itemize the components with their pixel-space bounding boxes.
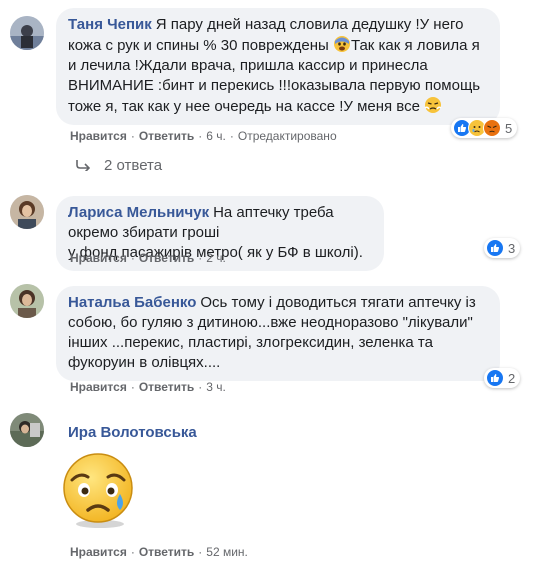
- like-link[interactable]: Нравится: [70, 380, 127, 394]
- comment-actions: Нравится · Ответить · 2 ч.: [70, 251, 226, 265]
- like-icon: [486, 369, 504, 387]
- fearful-face-icon: [333, 35, 351, 53]
- comment-text-line: тоже я, так как у нее очередь на кассе !…: [68, 98, 425, 115]
- timestamp[interactable]: 2 ч.: [206, 251, 226, 265]
- reply-link[interactable]: Ответить: [139, 545, 194, 559]
- triumph-face-icon: [424, 96, 442, 114]
- comment-text-line: ВНИМАНИЕ :бинт и перекись !!!оказывала п…: [68, 77, 481, 94]
- comment-actions: Нравится · Ответить · 6 ч. · Отредактировано: [70, 129, 337, 143]
- crying-face-sticker: [60, 450, 140, 530]
- reaction-count: 2: [508, 370, 516, 386]
- separator-dot: ·: [198, 251, 203, 265]
- reply-link[interactable]: Ответить: [139, 129, 194, 143]
- comment-actions: Нравится · Ответить · 52 мин.: [70, 545, 248, 559]
- separator-dot: ·: [130, 545, 135, 559]
- reactions-summary[interactable]: 3: [484, 238, 521, 258]
- comment-author[interactable]: Ира Волотовська: [68, 424, 197, 441]
- avatar[interactable]: [10, 413, 44, 447]
- timestamp[interactable]: 52 мин.: [206, 545, 248, 559]
- separator-dot: ·: [130, 129, 135, 143]
- comment-text-line: и лечила !Ждали врача, пришла кассир и п…: [68, 57, 428, 74]
- edited-label: Отредактировано: [237, 129, 337, 143]
- avatar[interactable]: [10, 284, 44, 318]
- avatar[interactable]: [10, 16, 44, 50]
- comment-author[interactable]: Таня Чепик: [68, 16, 152, 33]
- reaction-count: 5: [505, 120, 513, 136]
- reactions-summary[interactable]: 5: [451, 118, 518, 138]
- like-link[interactable]: Нравится: [70, 251, 127, 265]
- comment-text-line: інших ...перекис, пластирі, злогрексидин…: [68, 334, 433, 351]
- comment-bubble: Натальа Бабенко Ось тому і доводиться тяг…: [56, 286, 500, 381]
- timestamp[interactable]: 6 ч.: [206, 129, 226, 143]
- reply-link[interactable]: Ответить: [139, 251, 194, 265]
- like-link[interactable]: Нравится: [70, 545, 127, 559]
- comment-text-line: кожа с рук и спины % 30 повреждены: [68, 37, 333, 54]
- replies-count-label[interactable]: 2 ответа: [104, 157, 162, 174]
- comment-text-line: собою, бо гуляю з дитиною...вже неоднора…: [68, 314, 473, 331]
- timestamp[interactable]: 3 ч.: [206, 380, 226, 394]
- separator-dot: ·: [130, 380, 135, 394]
- comment-text-line: Я пару дней назад словила дедушку !У нег…: [155, 16, 464, 33]
- reply-link[interactable]: Ответить: [139, 380, 194, 394]
- comment-text-line: Ось тому і доводиться тягати аптечку із: [200, 294, 476, 311]
- separator-dot: ·: [198, 380, 203, 394]
- like-icon: [486, 239, 504, 257]
- view-replies-link[interactable]: 2 ответа: [76, 157, 162, 174]
- comment-text-line: фукоруин в олівцях....: [68, 354, 221, 371]
- reply-arrow-icon: [76, 158, 91, 174]
- separator-dot: ·: [198, 545, 203, 559]
- separator-dot: ·: [229, 129, 234, 143]
- avatar[interactable]: [10, 195, 44, 229]
- comment-actions: Нравится · Ответить · 3 ч.: [70, 380, 226, 394]
- angry-icon: [483, 119, 501, 137]
- reactions-summary[interactable]: 2: [484, 368, 521, 388]
- reaction-count: 3: [508, 240, 516, 256]
- comment-author[interactable]: Натальа Бабенко: [68, 294, 196, 311]
- separator-dot: ·: [130, 251, 135, 265]
- comment-text-line: Так как я ловила я: [350, 37, 480, 54]
- like-link[interactable]: Нравится: [70, 129, 127, 143]
- comment-author[interactable]: Лариса Мельничук: [68, 204, 209, 221]
- separator-dot: ·: [198, 129, 203, 143]
- comment-bubble: Таня Чепик Я пару дней назад словила деду…: [56, 8, 500, 125]
